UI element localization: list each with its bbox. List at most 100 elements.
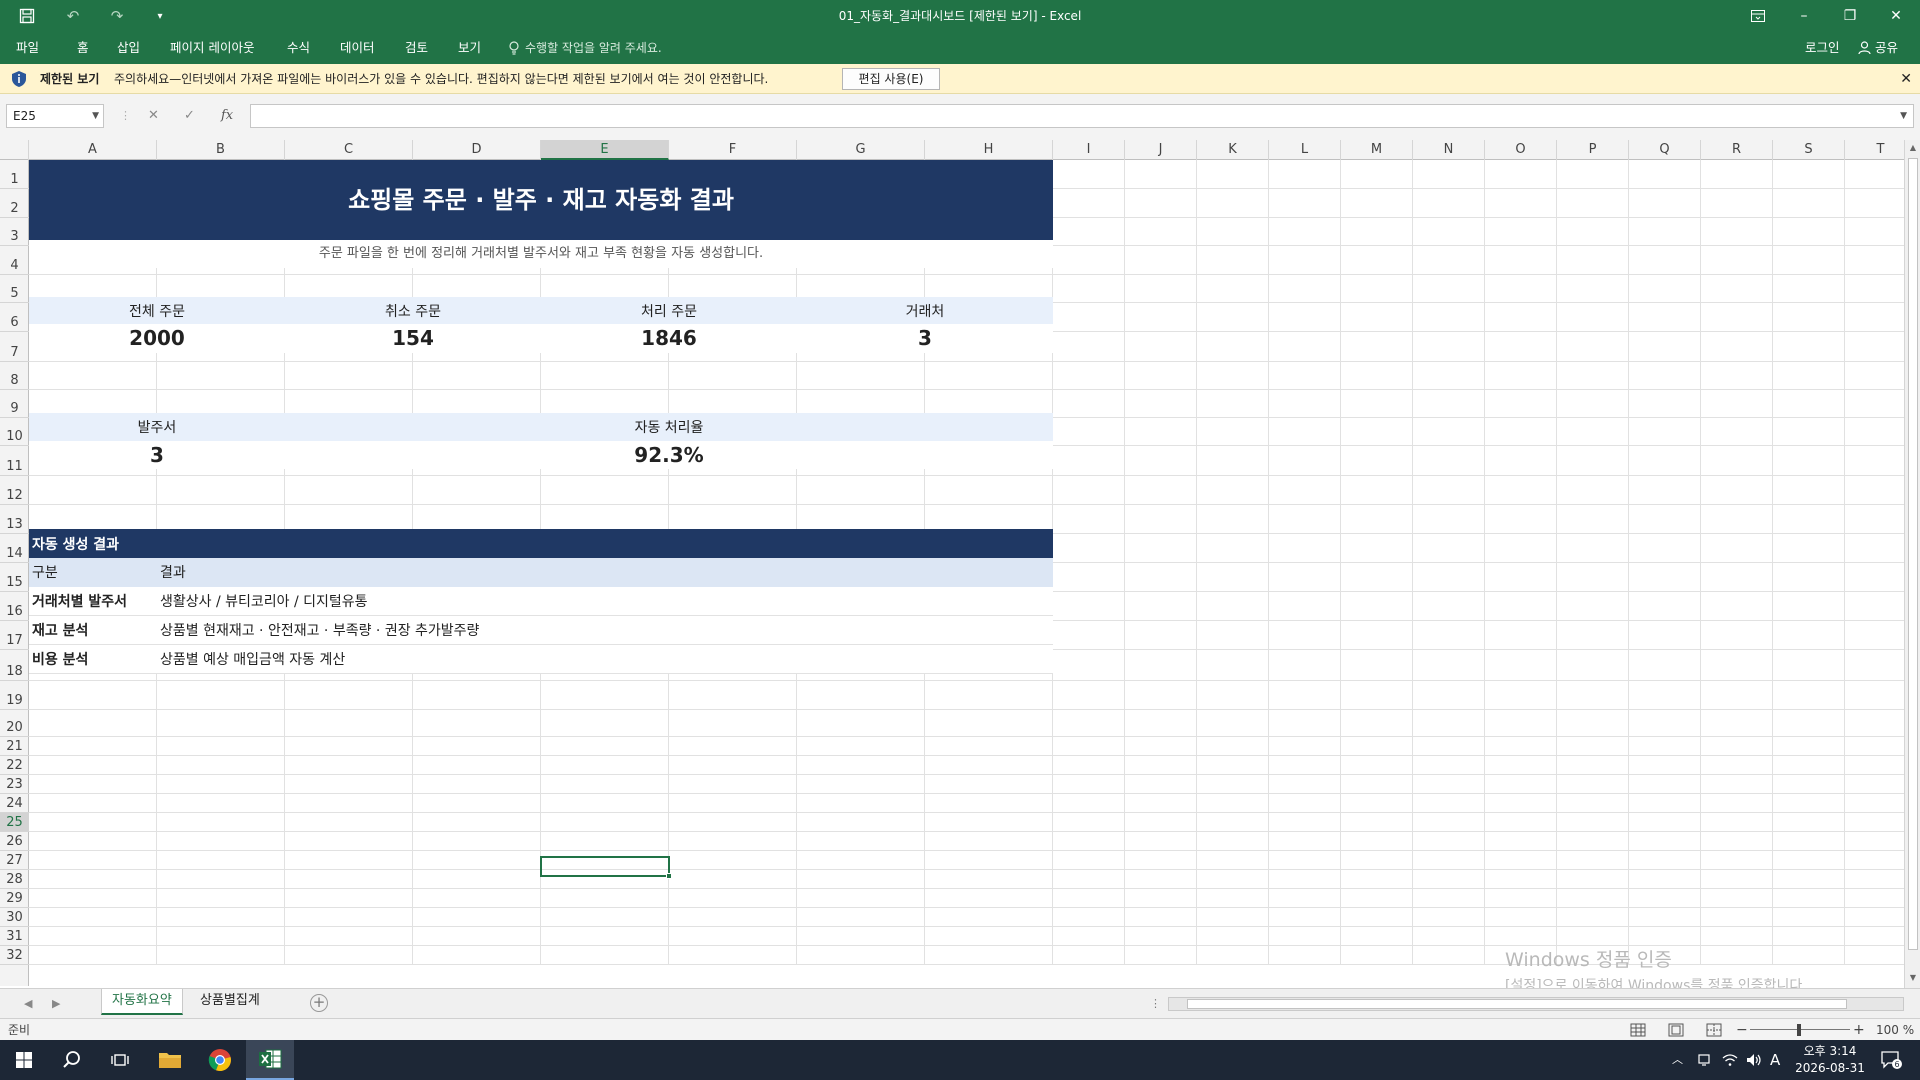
row-header-18[interactable]: 18 xyxy=(0,650,29,681)
row-header-14[interactable]: 14 xyxy=(0,534,29,563)
sheet-tab-summary[interactable]: 자동화요약 xyxy=(101,989,183,1015)
network-icon[interactable] xyxy=(1722,1040,1738,1080)
search-icon[interactable] xyxy=(48,1040,96,1080)
zoom-slider-knob[interactable] xyxy=(1797,1024,1801,1036)
close-button[interactable]: ✕ xyxy=(1873,0,1919,32)
column-header-p[interactable]: P xyxy=(1557,140,1629,160)
column-header-g[interactable]: G xyxy=(797,140,925,160)
column-header-c[interactable]: C xyxy=(285,140,413,160)
prev-sheet-icon[interactable]: ◀ xyxy=(24,989,32,1019)
row-header-4[interactable]: 4 xyxy=(0,246,29,275)
redo-icon[interactable]: ↷ xyxy=(102,0,132,32)
worksheet-grid[interactable]: ABCDEFGHIJKLMNOPQRST 1 2 3 4 5 6 7 8 9 10 11 12 13 14… xyxy=(0,140,1920,988)
sheet-tab-product-summary[interactable]: 상품별집계 xyxy=(190,989,270,1015)
row-header-10[interactable]: 10 xyxy=(0,418,29,446)
row-header-1[interactable]: 1 xyxy=(0,160,29,189)
menu-insert[interactable]: 삽입 xyxy=(117,32,140,64)
zoom-in-icon[interactable]: + xyxy=(1853,1019,1865,1041)
menu-file[interactable]: 파일 xyxy=(16,32,39,64)
excel-taskbar-icon[interactable] xyxy=(246,1040,294,1080)
customize-quick-access-icon[interactable]: ▾ xyxy=(148,0,172,32)
notification-icon[interactable]: 6 xyxy=(1880,1040,1902,1080)
add-sheet-icon[interactable]: + xyxy=(310,994,328,1012)
protected-view-close-icon[interactable]: ✕ xyxy=(1900,64,1912,94)
normal-view-icon[interactable] xyxy=(1629,1022,1647,1038)
minimize-button[interactable]: – xyxy=(1781,0,1827,32)
row-header-17[interactable]: 17 xyxy=(0,621,29,650)
row-header-25[interactable]: 25 xyxy=(0,813,29,832)
row-header-12[interactable]: 12 xyxy=(0,476,29,505)
row-header-11[interactable]: 11 xyxy=(0,446,29,476)
horizontal-scroll-thumb[interactable] xyxy=(1187,999,1847,1009)
tell-me-box[interactable]: 수행할 작업을 알려 주세요. xyxy=(508,32,662,64)
share-button[interactable]: 공유 xyxy=(1858,32,1898,64)
row-header-9[interactable]: 9 xyxy=(0,390,29,418)
taskbar-clock[interactable]: 오후 3:14 2026-08-31 xyxy=(1790,1043,1870,1077)
column-header-b[interactable]: B xyxy=(157,140,285,160)
column-header-l[interactable]: L xyxy=(1269,140,1341,160)
row-header-21[interactable]: 21 xyxy=(0,737,29,756)
menu-page-layout[interactable]: 페이지 레이아웃 xyxy=(170,32,254,64)
ribbon-display-options-icon[interactable] xyxy=(1735,0,1781,32)
restore-button[interactable]: ❐ xyxy=(1827,0,1873,32)
menu-formulas[interactable]: 수식 xyxy=(287,32,310,64)
active-cell-e25[interactable] xyxy=(540,856,672,879)
row-header-2[interactable]: 2 xyxy=(0,189,29,218)
menu-review[interactable]: 검토 xyxy=(405,32,428,64)
column-header-d[interactable]: D xyxy=(413,140,541,160)
zoom-level[interactable]: 100 % xyxy=(1876,1019,1914,1041)
task-view-icon[interactable] xyxy=(96,1040,144,1080)
column-header-h[interactable]: H xyxy=(925,140,1053,160)
chevron-down-icon[interactable]: ▼ xyxy=(92,105,99,127)
horizontal-scrollbar[interactable] xyxy=(1168,997,1904,1011)
undo-icon[interactable]: ↶ xyxy=(58,0,88,32)
ime-indicator[interactable]: A xyxy=(1770,1040,1780,1080)
menu-home[interactable]: 홈 xyxy=(77,32,89,64)
row-header-30[interactable]: 30 xyxy=(0,908,29,927)
column-header-i[interactable]: I xyxy=(1053,140,1125,160)
row-header-22[interactable]: 22 xyxy=(0,756,29,775)
row-header-23[interactable]: 23 xyxy=(0,775,29,794)
row-header-26[interactable]: 26 xyxy=(0,832,29,851)
row-header-20[interactable]: 20 xyxy=(0,710,29,737)
row-header-13[interactable]: 13 xyxy=(0,505,29,534)
save-icon[interactable] xyxy=(12,0,42,32)
row-header-5[interactable]: 5 xyxy=(0,275,29,303)
show-hidden-icons-icon[interactable]: ︿ xyxy=(1672,1040,1683,1080)
cancel-formula-icon[interactable]: ✕ xyxy=(148,104,159,128)
row-header-7[interactable]: 7 xyxy=(0,332,29,362)
formula-bar-menu-icon[interactable]: ⋮ xyxy=(120,104,131,128)
scroll-down-icon[interactable]: ▼ xyxy=(1905,970,1920,986)
menu-view[interactable]: 보기 xyxy=(458,32,481,64)
chrome-icon[interactable] xyxy=(196,1040,244,1080)
column-header-o[interactable]: O xyxy=(1485,140,1557,160)
select-all-corner[interactable] xyxy=(0,140,29,160)
row-header-15[interactable]: 15 xyxy=(0,563,29,592)
cells-area[interactable]: 쇼핑몰 주문 · 발주 · 재고 자동화 결과 주문 파일을 한 번에 정리해 … xyxy=(29,160,1904,986)
row-header-31[interactable]: 31 xyxy=(0,927,29,946)
row-header-28[interactable]: 28 xyxy=(0,870,29,889)
enter-formula-icon[interactable]: ✓ xyxy=(184,104,195,128)
tab-splitter-icon[interactable]: ⋮ xyxy=(1150,989,1161,1019)
fill-handle[interactable] xyxy=(666,873,672,879)
page-layout-view-icon[interactable] xyxy=(1667,1022,1685,1038)
column-header-a[interactable]: A xyxy=(29,140,157,160)
row-header-27[interactable]: 27 xyxy=(0,851,29,870)
name-box[interactable]: E25 ▼ xyxy=(6,104,104,128)
row-header-6[interactable]: 6 xyxy=(0,303,29,332)
enable-editing-button[interactable]: 편집 사용(E) xyxy=(842,68,940,90)
row-header-3[interactable]: 3 xyxy=(0,218,29,246)
insert-function-icon[interactable]: fx xyxy=(221,104,233,128)
column-header-e[interactable]: E xyxy=(541,140,669,160)
vertical-scrollbar[interactable]: ▲ ▼ xyxy=(1904,140,1920,988)
menu-data[interactable]: 데이터 xyxy=(340,32,375,64)
row-header-24[interactable]: 24 xyxy=(0,794,29,813)
vertical-scroll-thumb[interactable] xyxy=(1908,158,1918,950)
page-break-preview-icon[interactable] xyxy=(1705,1022,1723,1038)
login-link[interactable]: 로그인 xyxy=(1805,32,1840,64)
next-sheet-icon[interactable]: ▶ xyxy=(52,989,60,1019)
row-header-32[interactable]: 32 xyxy=(0,946,29,965)
column-header-q[interactable]: Q xyxy=(1629,140,1701,160)
device-icon[interactable] xyxy=(1697,1040,1711,1080)
column-header-r[interactable]: R xyxy=(1701,140,1773,160)
